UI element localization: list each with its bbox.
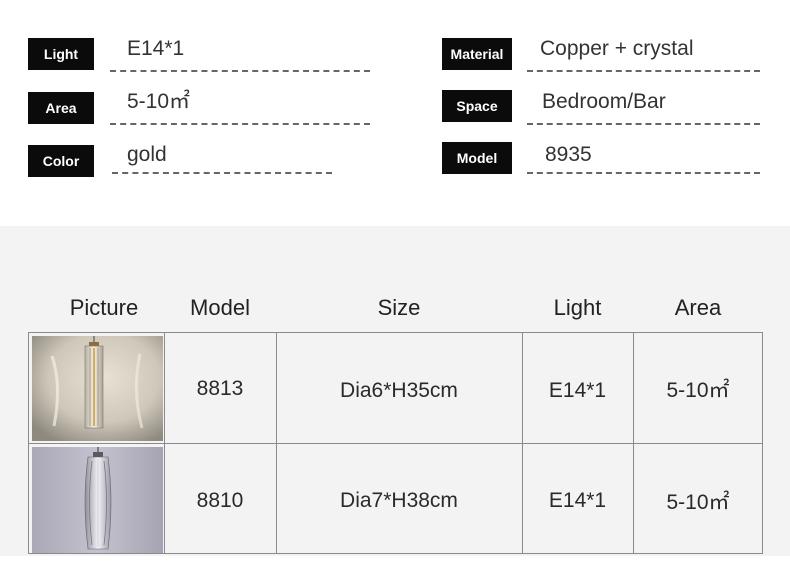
header-model: Model	[190, 295, 250, 320]
header-light: Light	[553, 295, 602, 320]
header-area: Area	[674, 295, 722, 320]
spec-area-underline	[110, 123, 370, 125]
spec-space-underline	[527, 123, 760, 125]
table-cell-area: 5-10㎡	[666, 379, 730, 402]
table-cell-area: 5-10㎡	[666, 491, 730, 514]
table-cell-model: 8813	[196, 377, 244, 400]
header-size: Size	[377, 295, 421, 320]
spec-area-value: 5-10㎡	[127, 90, 191, 113]
spec-light-underline	[110, 70, 370, 72]
table-cell-light: E14*1	[548, 379, 607, 402]
spec-light-value: E14*1	[127, 37, 185, 60]
spec-light-label: Light	[28, 38, 94, 70]
spec-model-underline	[527, 172, 760, 174]
header-picture: Picture	[69, 295, 139, 320]
spec-space-label: Space	[442, 90, 512, 122]
spec-space-value: Bedroom/Bar	[542, 90, 666, 113]
spec-model-value: 8935	[545, 143, 592, 166]
table-cell-model: 8810	[196, 489, 244, 512]
spec-material-underline	[527, 70, 760, 72]
bottom-strip	[0, 556, 790, 579]
spec-material-value: Copper + crystal	[540, 37, 694, 60]
spec-color-underline	[112, 172, 332, 174]
table-cell-size: Dia6*H35cm	[340, 379, 458, 402]
product-photo	[32, 447, 163, 553]
spec-material-label: Material	[442, 38, 512, 70]
spec-model-label: Model	[442, 142, 512, 174]
spec-area-label: Area	[28, 92, 94, 124]
table-cell-size: Dia7*H38cm	[340, 489, 458, 512]
spec-color-value: gold	[127, 143, 167, 166]
spec-color-label: Color	[28, 145, 94, 177]
product-photo	[32, 336, 163, 441]
table-cell-light: E14*1	[548, 489, 607, 512]
